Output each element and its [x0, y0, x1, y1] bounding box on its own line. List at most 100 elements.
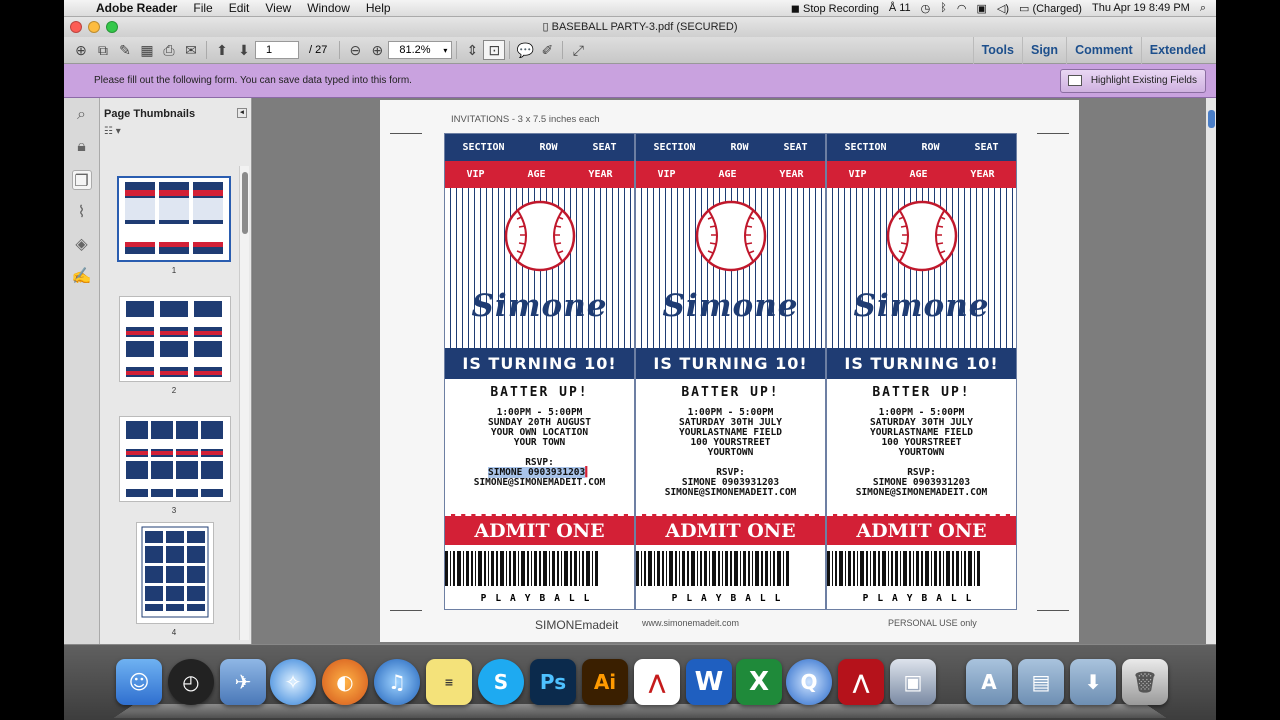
turning-age-field[interactable]: IS TURNING 10! — [827, 348, 1016, 379]
downloads-folder-icon[interactable]: ⬇ — [1070, 659, 1116, 705]
input-menu-icon[interactable]: ▣ — [976, 2, 986, 15]
adobe-reader-icon[interactable]: ⋀ — [838, 659, 884, 705]
field-vip[interactable]: VIP — [657, 169, 675, 180]
illustrator-icon[interactable]: Ai — [582, 659, 628, 705]
applications-folder-icon[interactable]: A — [966, 659, 1012, 705]
photoshop-icon[interactable]: Ps — [530, 659, 576, 705]
edit-pdf-icon[interactable]: ✎ — [114, 40, 136, 60]
battery-status[interactable]: ▭ (Charged) — [1019, 2, 1082, 15]
spotlight-icon[interactable]: ⌕ — [1200, 2, 1206, 15]
stop-recording[interactable]: ◼ Stop Recording — [791, 2, 879, 15]
zoom-window-button[interactable] — [106, 21, 118, 33]
next-page-icon[interactable]: ⬇ — [233, 40, 255, 60]
email-icon[interactable]: ✉ — [180, 40, 202, 60]
field-section[interactable]: SECTION — [653, 142, 695, 153]
field-year[interactable]: YEAR — [779, 169, 803, 180]
thumbnail-page-4[interactable] — [136, 522, 214, 624]
quicktime-icon[interactable]: Q — [786, 659, 832, 705]
field-age[interactable]: AGE — [909, 169, 927, 180]
field-vip[interactable]: VIP — [848, 169, 866, 180]
close-icon[interactable]: ◂ — [237, 108, 247, 118]
field-row[interactable]: ROW — [539, 142, 557, 153]
field-seat[interactable]: SEAT — [592, 142, 616, 153]
word-icon[interactable]: W — [686, 659, 732, 705]
zoom-in-icon[interactable]: ⊕ — [366, 40, 388, 60]
excel-icon[interactable]: X — [736, 659, 782, 705]
thumbnail-page-3[interactable] — [119, 416, 231, 502]
time-machine-icon[interactable]: ◷ — [921, 2, 931, 15]
highlight-fields-button[interactable]: Highlight Existing Fields — [1059, 68, 1206, 93]
town-field[interactable]: YOURTOWN — [827, 448, 1016, 458]
create-pdf-icon[interactable]: ⊕ — [70, 40, 92, 60]
firefox-icon[interactable]: ◐ — [322, 659, 368, 705]
field-year[interactable]: YEAR — [970, 169, 994, 180]
itunes-icon[interactable]: ♫ — [374, 659, 420, 705]
preview-icon[interactable]: ▣ — [890, 659, 936, 705]
skype-icon[interactable]: S — [478, 659, 524, 705]
email-field[interactable]: SIMONE@SIMONEMADEIT.COM — [827, 488, 1016, 498]
dashboard-icon[interactable]: ◴ — [168, 659, 214, 705]
menu-window[interactable]: Window — [299, 1, 358, 15]
lock-icon[interactable]: 🔒︎ — [72, 138, 92, 158]
field-row[interactable]: ROW — [730, 142, 748, 153]
clock[interactable]: Thu Apr 19 8:49 PM — [1092, 2, 1190, 14]
thumbnail-options-icon[interactable]: ☷ ▾ — [100, 126, 251, 146]
zoom-out-icon[interactable]: ⊖ — [344, 40, 366, 60]
finder-icon[interactable]: ☺ — [116, 659, 162, 705]
highlight-text-icon[interactable]: ✐ — [536, 40, 558, 60]
trash-icon[interactable]: 🗑︎ — [1122, 659, 1168, 705]
combine-files-icon[interactable]: ⧉ — [92, 40, 114, 60]
volume-icon[interactable]: ◁) — [997, 2, 1009, 15]
chevron-down-icon[interactable]: ▾ — [443, 46, 447, 55]
comment-button[interactable]: Comment — [1066, 36, 1141, 64]
child-name-field[interactable]: Simone — [636, 288, 825, 324]
email-field[interactable]: SIMONE@SIMONEMADEIT.COM — [636, 488, 825, 498]
wifi-icon[interactable]: ◠ — [957, 2, 967, 15]
previous-page-icon[interactable]: ⬆ — [211, 40, 233, 60]
zoom-field[interactable]: 81.2% ▾ — [388, 41, 453, 59]
field-age[interactable]: AGE — [527, 169, 545, 180]
page-number-field[interactable]: 1 — [255, 41, 299, 59]
field-row[interactable]: ROW — [921, 142, 939, 153]
scroll-mode-icon[interactable]: ⇕ — [461, 40, 483, 60]
save-icon[interactable]: ▦ — [136, 40, 158, 60]
bluetooth-icon[interactable]: ᛒ — [940, 2, 947, 14]
menu-app[interactable]: Adobe Reader — [88, 1, 185, 15]
town-field[interactable]: YOURTOWN — [636, 448, 825, 458]
print-icon[interactable]: ⎙ — [158, 40, 180, 60]
adobe-indicator[interactable]: Å 11 — [889, 2, 911, 14]
full-screen-icon[interactable]: ⤢ — [567, 40, 589, 60]
mail-icon[interactable]: ✈ — [220, 659, 266, 705]
acrobat-icon[interactable]: ⋀ — [634, 659, 680, 705]
extended-button[interactable]: Extended — [1140, 36, 1214, 64]
sticky-note-icon[interactable]: 💬 — [514, 40, 536, 60]
child-name-field[interactable]: Simone — [827, 288, 1016, 324]
attachments-icon[interactable]: ⌇ — [72, 202, 92, 222]
documents-folder-icon[interactable]: ▤ — [1018, 659, 1064, 705]
turning-age-field[interactable]: IS TURNING 10! — [445, 348, 634, 379]
document-scrollbar[interactable] — [1206, 98, 1216, 644]
safari-icon[interactable]: ✧ — [270, 659, 316, 705]
town-field[interactable]: YOUR TOWN — [445, 438, 634, 448]
field-section[interactable]: SECTION — [462, 142, 504, 153]
minimize-window-button[interactable] — [88, 21, 100, 33]
field-section[interactable]: SECTION — [844, 142, 886, 153]
menu-help[interactable]: Help — [358, 1, 399, 15]
document-viewer[interactable]: INVITATIONS - 3 x 7.5 inches each SECTIO… — [253, 98, 1216, 644]
turning-age-field[interactable]: IS TURNING 10! — [636, 348, 825, 379]
email-field[interactable]: SIMONE@SIMONEMADEIT.COM — [445, 478, 634, 488]
field-seat[interactable]: SEAT — [783, 142, 807, 153]
thumbnail-page-1[interactable] — [117, 176, 231, 262]
field-year[interactable]: YEAR — [588, 169, 612, 180]
signatures-icon[interactable]: ✍ — [72, 266, 92, 286]
tools-button[interactable]: Tools — [972, 36, 1022, 64]
child-name-field[interactable]: Simone — [445, 288, 634, 324]
menu-file[interactable]: File — [185, 1, 220, 15]
menu-edit[interactable]: Edit — [221, 1, 258, 15]
field-age[interactable]: AGE — [718, 169, 736, 180]
close-window-button[interactable] — [70, 21, 82, 33]
page-thumbnails-icon[interactable]: ❐ — [71, 170, 92, 190]
fit-page-icon[interactable]: ⊡ — [483, 40, 506, 60]
menu-view[interactable]: View — [257, 1, 299, 15]
field-seat[interactable]: SEAT — [974, 142, 998, 153]
